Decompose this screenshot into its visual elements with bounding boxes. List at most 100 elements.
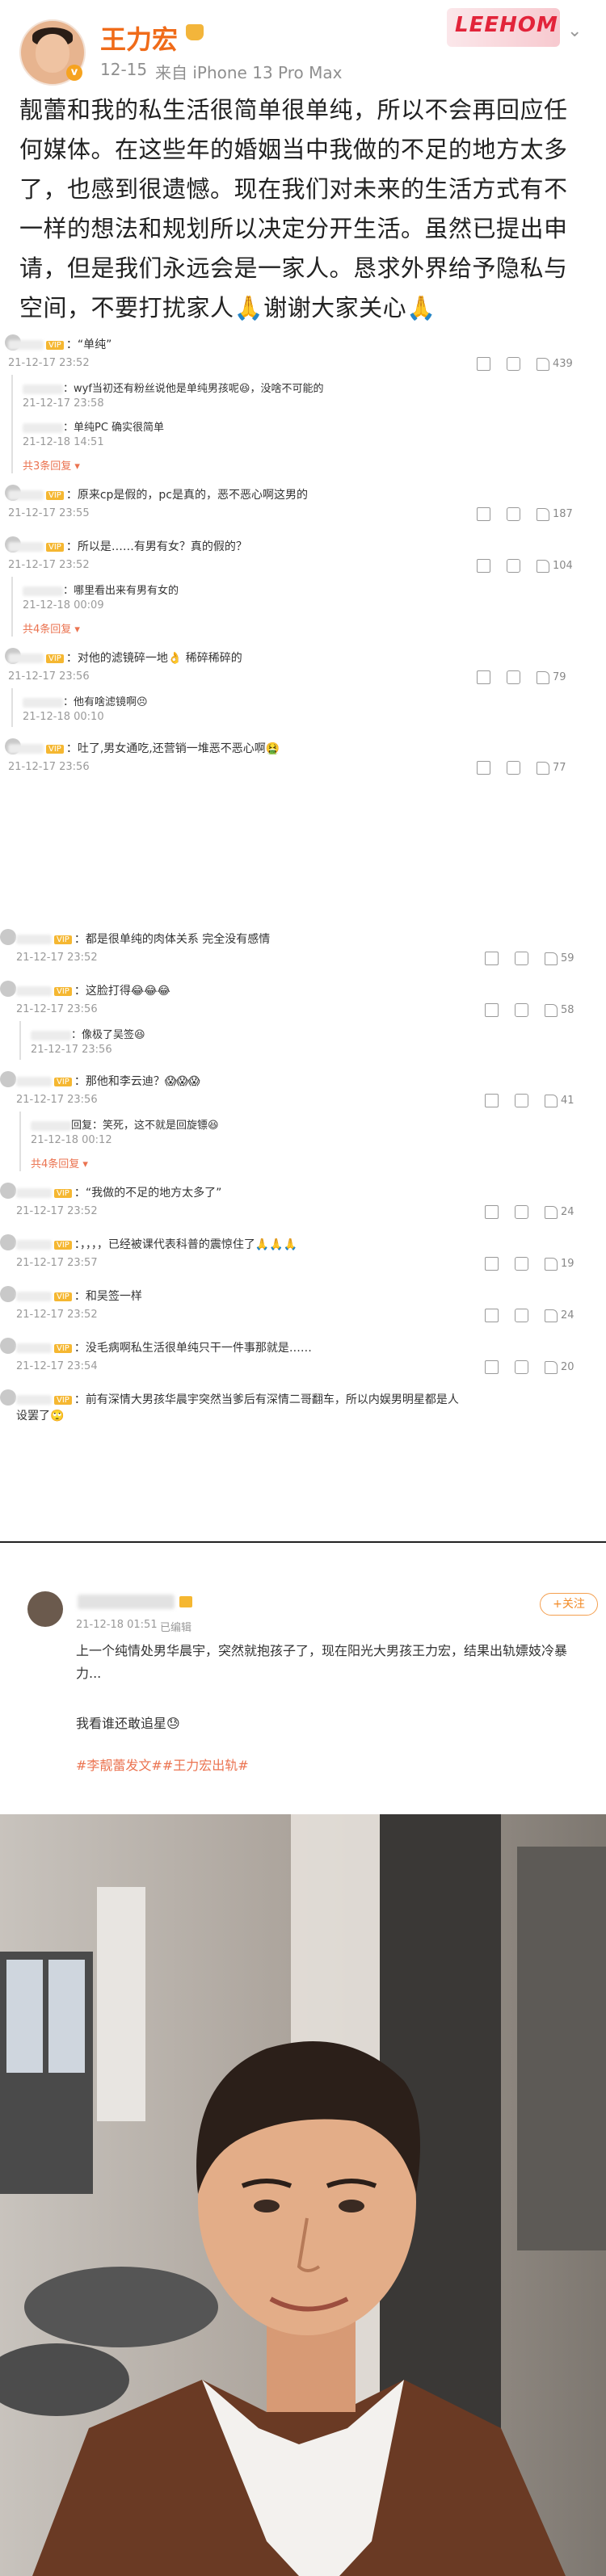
- more-replies-link[interactable]: 共4条回复 ▾: [31, 1155, 88, 1170]
- repost-tags[interactable]: #李靓蕾发文##王力宏出轨#: [76, 1754, 249, 1774]
- commenter-avatar[interactable]: [0, 1071, 16, 1087]
- like-icon[interactable]: [537, 357, 549, 371]
- share-icon[interactable]: [485, 1205, 499, 1219]
- reply-name[interactable]: [23, 697, 63, 708]
- share-icon[interactable]: [477, 357, 490, 371]
- reply-text: ：像极了吴签😆: [31, 1026, 467, 1041]
- comment-actions: 19: [485, 1257, 574, 1271]
- commenter-name[interactable]: [16, 1188, 52, 1198]
- repost-username[interactable]: [78, 1595, 175, 1609]
- like-icon[interactable]: [537, 507, 549, 521]
- vip-badge: VIP: [54, 1240, 72, 1250]
- like-icon[interactable]: [537, 761, 549, 775]
- comment-icon[interactable]: [515, 1360, 528, 1374]
- chevron-down-icon[interactable]: ⌄: [567, 21, 582, 41]
- reply-name[interactable]: [23, 586, 63, 596]
- commenter-name[interactable]: [16, 1240, 52, 1250]
- like-icon[interactable]: [545, 1094, 558, 1107]
- comment-icon[interactable]: [507, 670, 520, 684]
- commenter-avatar[interactable]: [0, 981, 16, 997]
- commenter-avatar[interactable]: [0, 929, 16, 945]
- share-icon[interactable]: [485, 1003, 499, 1017]
- commenter-name[interactable]: [16, 1343, 52, 1353]
- like-icon[interactable]: [545, 1360, 558, 1374]
- commenter-avatar[interactable]: [0, 1234, 16, 1250]
- like-icon[interactable]: [537, 670, 549, 684]
- commenter-avatar[interactable]: [0, 1338, 16, 1354]
- comment-actions: 20: [485, 1360, 574, 1374]
- vip-badge: VIP: [54, 1188, 72, 1198]
- vip-badge: VIP: [54, 1343, 72, 1353]
- reply-name[interactable]: [31, 1120, 71, 1131]
- commenter-name[interactable]: [16, 935, 52, 944]
- like-icon[interactable]: [537, 559, 549, 573]
- commenter-name[interactable]: [16, 986, 52, 996]
- commenter-name[interactable]: [8, 490, 44, 500]
- comment-icon[interactable]: [507, 761, 520, 775]
- reply-name[interactable]: [23, 422, 63, 433]
- like-icon[interactable]: [545, 1309, 558, 1322]
- commenter-name[interactable]: [8, 340, 44, 350]
- commenter-name[interactable]: [8, 653, 44, 663]
- commenter-name[interactable]: [8, 744, 44, 754]
- post-source: 来自 iPhone 13 Pro Max: [155, 63, 343, 82]
- reply-body: ：他有啥滤镜啊😣: [63, 696, 148, 708]
- comment-body: ：“单纯”: [65, 338, 112, 351]
- comment-icon[interactable]: [515, 1003, 528, 1017]
- comment-icon[interactable]: [507, 507, 520, 521]
- comment-icon[interactable]: [515, 1257, 528, 1271]
- commenter-name[interactable]: [16, 1292, 52, 1301]
- repost-text: 上一个纯情处男华晨宇，突然就抱孩子了，现在阳光大男孩王力宏，结果出轨嫖妓冷暴力.…: [76, 1643, 568, 1681]
- repost-avatar[interactable]: [27, 1591, 63, 1627]
- like-icon[interactable]: [545, 1205, 558, 1219]
- author-name[interactable]: 王力宏: [100, 19, 178, 57]
- comment-time: 21-12-17 23:57: [16, 1257, 98, 1269]
- comment-body: ：对他的滤镜碎一地👌 稀碎稀碎的: [65, 652, 242, 665]
- comment-body: ：前有深情大男孩华晨宇突然当爹后有深情二哥翻车，所以内娱男明星都是人设罢了🙄: [16, 1393, 459, 1422]
- reply-name[interactable]: [23, 384, 63, 394]
- share-icon[interactable]: [477, 670, 490, 684]
- comment-body: ：原来cp是假的，pc是真的，恶不恶心啊这男的: [65, 489, 308, 502]
- follow-button[interactable]: +关注: [540, 1593, 598, 1616]
- share-icon[interactable]: [477, 761, 490, 775]
- like-icon[interactable]: [545, 1257, 558, 1271]
- comment-icon[interactable]: [507, 357, 520, 371]
- reply-body: ：单纯PC 确实很简单: [63, 422, 165, 434]
- more-replies-link[interactable]: 共4条回复 ▾: [23, 620, 80, 636]
- comment-icon[interactable]: [515, 1094, 528, 1107]
- commenter-avatar[interactable]: [0, 1183, 16, 1199]
- reply-body: 回复：笑死，这不就是回旋镖😆: [71, 1120, 219, 1132]
- comment-icon[interactable]: [515, 952, 528, 965]
- reply-time: 21-12-17 23:56: [31, 1044, 112, 1056]
- comment-body: ：那他和李云迪？😱😱😱: [74, 1075, 200, 1088]
- share-icon[interactable]: [485, 1309, 499, 1322]
- more-replies-link[interactable]: 共3条回复 ▾: [23, 457, 80, 473]
- comment-text: VIP ：对他的滤镜碎一地👌 稀碎稀碎的: [8, 649, 461, 666]
- commenter-avatar[interactable]: [0, 1286, 16, 1302]
- commenter-name[interactable]: [16, 1077, 52, 1086]
- comment-icon[interactable]: [515, 1205, 528, 1219]
- like-icon[interactable]: [545, 1003, 558, 1017]
- like-icon[interactable]: [545, 952, 558, 965]
- commenter-avatar[interactable]: [0, 1389, 16, 1406]
- comment-icon[interactable]: [515, 1309, 528, 1322]
- comment-body: ：和吴签一样: [74, 1290, 142, 1303]
- share-icon[interactable]: [485, 1094, 499, 1107]
- like-count: 439: [553, 358, 573, 370]
- commenter-name[interactable]: [16, 1395, 52, 1405]
- like-count: 77: [553, 762, 566, 774]
- share-icon[interactable]: [477, 559, 490, 573]
- comment-time: 21-12-17 23:52: [8, 357, 90, 369]
- share-icon[interactable]: [485, 952, 499, 965]
- share-icon[interactable]: [485, 1360, 499, 1374]
- comment-text: VIP ：吐了,男女通吃,还营销一堆恶不恶心啊🤮: [8, 740, 461, 756]
- like-count: 20: [561, 1361, 574, 1373]
- selfie-photo[interactable]: [0, 1814, 606, 2576]
- reply-name[interactable]: [31, 1030, 71, 1040]
- share-icon[interactable]: [485, 1257, 499, 1271]
- comment-text: VIP ：，，，，已经被课代表科普的震惊住了🙏🙏🙏: [16, 1236, 469, 1252]
- comment-body: ：，，，，已经被课代表科普的震惊住了🙏🙏🙏: [74, 1238, 298, 1251]
- comment-icon[interactable]: [507, 559, 520, 573]
- commenter-name[interactable]: [8, 542, 44, 552]
- share-icon[interactable]: [477, 507, 490, 521]
